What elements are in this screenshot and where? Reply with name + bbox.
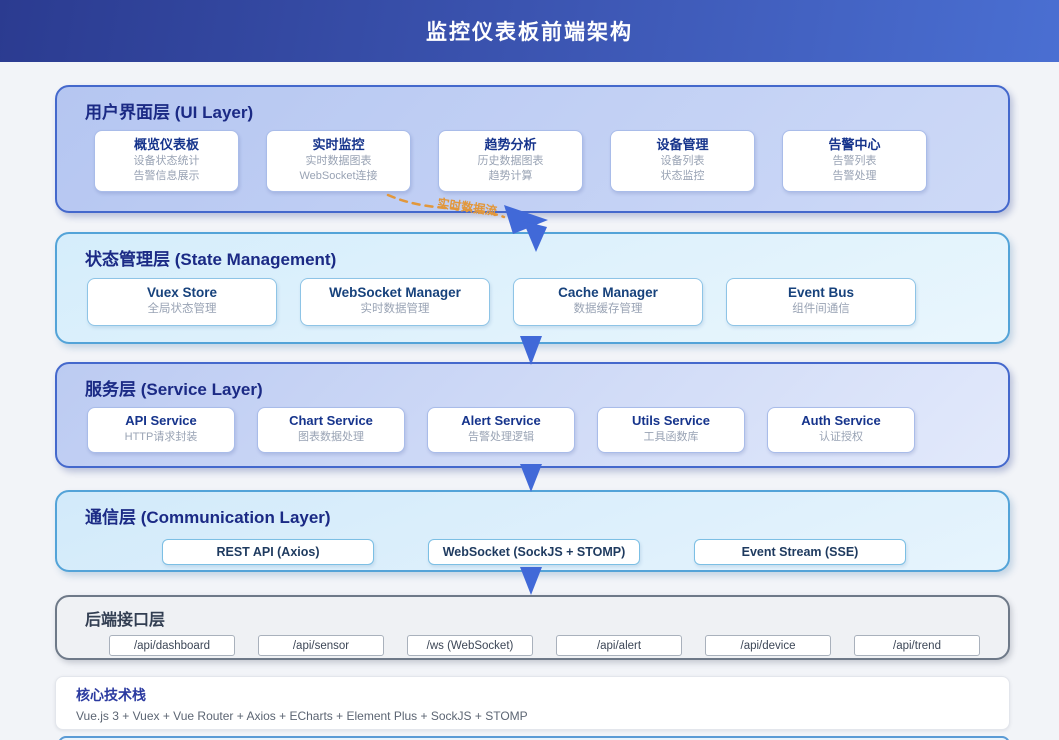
card-subtitle: 告警处理 [832, 170, 877, 182]
card-subtitle: 历史数据图表 [477, 155, 544, 167]
layer-backend-title: 后端接口层 [85, 612, 166, 629]
chip-api-alert: /api/alert [556, 635, 682, 656]
card-subtitle: 组件间通信 [792, 303, 850, 315]
card-subtitle: 实时数据图表 [305, 155, 372, 167]
card-subtitle: 设备状态统计 [133, 155, 200, 167]
card-cache-manager: Cache Manager 数据缓存管理 [513, 278, 703, 326]
layer-service-title: 服务层 (Service Layer) [85, 380, 263, 399]
tech-stack-items: Vue.js 3 + Vuex + Vue Router + Axios + E… [76, 709, 528, 723]
layer-service: 服务层 (Service Layer) API Service HTTP请求封装… [55, 362, 1010, 468]
layer-communication: 通信层 (Communication Layer) REST API (Axio… [55, 490, 1010, 572]
state-card-row: Vuex Store 全局状态管理 WebSocket Manager 实时数据… [87, 278, 916, 326]
layer-communication-title: 通信层 (Communication Layer) [85, 508, 331, 527]
card-api-service: API Service HTTP请求封装 [87, 407, 235, 453]
card-alert-service: Alert Service 告警处理逻辑 [427, 407, 575, 453]
communication-card-row: REST API (Axios) WebSocket (SockJS + STO… [162, 539, 906, 565]
backend-chip-row: /api/dashboard /api/sensor /ws (WebSocke… [109, 635, 980, 656]
card-title: Utils Service [631, 413, 711, 428]
card-utils-service: Utils Service 工具函数库 [597, 407, 745, 453]
card-vuex-store: Vuex Store 全局状态管理 [87, 278, 277, 326]
layer-state-title: 状态管理层 (State Management) [85, 250, 337, 269]
card-subtitle: 告警列表 [832, 155, 877, 167]
arrow-service-to-comm-icon [520, 464, 542, 492]
layer-state-management: 状态管理层 (State Management) Vuex Store 全局状态… [55, 232, 1010, 344]
card-websocket: WebSocket (SockJS + STOMP) [428, 539, 640, 565]
card-title: Event Bus [787, 285, 855, 300]
card-trend-analysis: 趋势分析 历史数据图表 趋势计算 [438, 130, 583, 192]
card-title: 实时监控 [312, 137, 365, 152]
chip-api-device: /api/device [705, 635, 831, 656]
card-chart-service: Chart Service 图表数据处理 [257, 407, 405, 453]
chip-ws-websocket: /ws (WebSocket) [407, 635, 533, 656]
card-subtitle: 趋势计算 [488, 170, 533, 182]
architecture-diagram: 监控仪表板前端架构 用户界面层 (UI Layer) 概览仪表板 设备状态统计 … [0, 0, 1059, 740]
card-title: 设备管理 [656, 137, 709, 152]
card-title: Chart Service [289, 413, 373, 428]
card-title: 告警中心 [828, 137, 881, 152]
service-card-row: API Service HTTP请求封装 Chart Service 图表数据处… [87, 407, 915, 453]
chip-api-dashboard: /api/dashboard [109, 635, 235, 656]
card-subtitle: 全局状态管理 [147, 303, 217, 315]
chip-api-sensor: /api/sensor [258, 635, 384, 656]
page-header: 监控仪表板前端架构 [0, 0, 1059, 62]
card-subtitle: 认证授权 [819, 431, 863, 443]
card-subtitle: 告警信息展示 [133, 170, 200, 182]
card-event-stream: Event Stream (SSE) [694, 539, 906, 565]
card-realtime-monitor: 实时监控 实时数据图表 WebSocket连接 [266, 130, 411, 192]
layer-backend-api: 后端接口层 /api/dashboard /api/sensor /ws (We… [55, 595, 1010, 660]
card-title: Vuex Store [146, 285, 218, 300]
card-subtitle: 设备列表 [660, 155, 705, 167]
card-subtitle: 实时数据管理 [360, 303, 430, 315]
card-subtitle: 数据缓存管理 [573, 303, 643, 315]
card-title: Cache Manager [558, 285, 658, 300]
tech-stack-card: 核心技术栈 Vue.js 3 + Vuex + Vue Router + Axi… [55, 676, 1010, 730]
card-subtitle: WebSocket连接 [299, 170, 378, 182]
card-title: Auth Service [801, 413, 881, 428]
card-rest-api: REST API (Axios) [162, 539, 374, 565]
card-websocket-manager: WebSocket Manager 实时数据管理 [300, 278, 490, 326]
card-alert-center: 告警中心 告警列表 告警处理 [782, 130, 927, 192]
card-title: 趋势分析 [484, 137, 537, 152]
card-subtitle: 状态监控 [660, 170, 705, 182]
card-auth-service: Auth Service 认证授权 [767, 407, 915, 453]
card-overview-dashboard: 概览仪表板 设备状态统计 告警信息展示 [94, 130, 239, 192]
chip-api-trend: /api/trend [854, 635, 980, 656]
card-subtitle: 工具函数库 [643, 431, 699, 443]
ui-card-row: 概览仪表板 设备状态统计 告警信息展示 实时监控 实时数据图表 WebSocke… [94, 130, 927, 192]
page-title: 监控仪表板前端架构 [426, 21, 633, 44]
card-title: Alert Service [461, 413, 541, 428]
card-title: API Service [125, 413, 197, 428]
card-subtitle: HTTP请求封装 [124, 431, 198, 443]
card-subtitle: 告警处理逻辑 [468, 431, 534, 443]
bottom-cutoff-strip [58, 736, 1010, 740]
card-title: 概览仪表板 [133, 137, 199, 152]
card-event-bus: Event Bus 组件间通信 [726, 278, 916, 326]
card-subtitle: 图表数据处理 [298, 431, 364, 443]
card-device-management: 设备管理 设备列表 状态监控 [610, 130, 755, 192]
card-title: WebSocket Manager [329, 285, 461, 300]
layer-ui: 用户界面层 (UI Layer) 概览仪表板 设备状态统计 告警信息展示 实时监… [55, 85, 1010, 213]
layer-ui-title: 用户界面层 (UI Layer) [85, 103, 254, 122]
tech-stack-title: 核心技术栈 [76, 687, 146, 703]
